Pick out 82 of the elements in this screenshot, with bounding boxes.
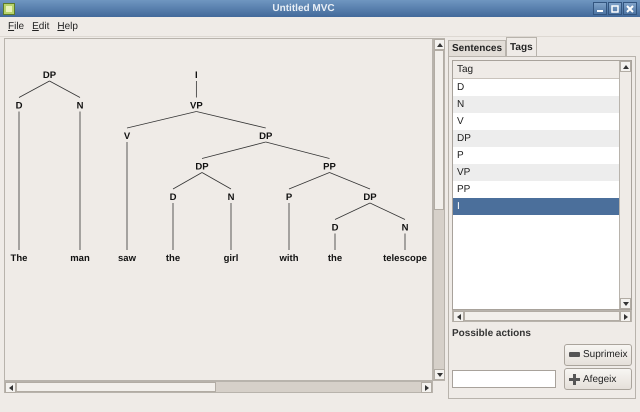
scroll-down-button[interactable] (434, 369, 445, 380)
tag-input-field[interactable] (452, 370, 556, 388)
menu-item[interactable]: File (4, 19, 28, 34)
node-label: N (76, 100, 84, 112)
tree-branch (288, 172, 330, 190)
word-label: The (10, 253, 28, 264)
scrollbar-thumb[interactable] (16, 382, 216, 392)
node-label: DP (259, 131, 272, 142)
scroll-right-button[interactable] (620, 311, 631, 322)
tree-branch (196, 111, 266, 128)
up-arrow-icon (622, 64, 628, 68)
scroll-down-button[interactable] (620, 298, 631, 309)
section-title: Possible actions (452, 327, 532, 341)
tree-branch (202, 142, 266, 159)
scroll-up-button[interactable] (620, 61, 631, 72)
tree-branch (265, 142, 330, 159)
add-button[interactable]: Afegeix (564, 368, 632, 390)
word-label: the (166, 253, 180, 264)
left-arrow-icon (8, 384, 12, 390)
node-label: I (195, 70, 198, 81)
minus-icon (569, 352, 580, 357)
right-arrow-icon (424, 384, 428, 390)
node-label: P (286, 192, 292, 203)
tree-branch (329, 172, 370, 190)
down-arrow-icon (622, 302, 628, 306)
app-icon (3, 2, 15, 14)
tag-row[interactable]: I (453, 198, 619, 215)
node-label: D (16, 100, 22, 112)
tree-branch (49, 80, 80, 98)
tab[interactable]: Sentences (448, 40, 506, 56)
menu-item[interactable]: Edit (28, 19, 54, 34)
node-label: D (170, 192, 176, 203)
left-arrow-icon (456, 314, 460, 320)
tab[interactable]: Tags (506, 37, 537, 56)
tag-row[interactable]: PP (453, 181, 619, 198)
right-arrow-icon (624, 314, 628, 320)
maximize-button[interactable] (608, 2, 622, 15)
word-label: girl (224, 253, 238, 264)
tag-row[interactable]: P (453, 147, 619, 164)
tag-row[interactable]: D (453, 79, 619, 96)
tag-row[interactable]: N (453, 96, 619, 113)
tag-row[interactable]: DP (453, 130, 619, 147)
scrollbar-thumb[interactable] (434, 50, 444, 210)
tree-branch (172, 172, 202, 190)
node-label: V (124, 131, 130, 142)
tree-branch (370, 202, 406, 220)
maximize-icon (611, 4, 619, 12)
column-header[interactable]: Tag (453, 61, 619, 79)
plus-icon (569, 374, 580, 384)
window-title: Untitled MVC (271, 2, 336, 16)
scroll-left-button[interactable] (5, 382, 16, 393)
word-label: with (280, 253, 298, 264)
node-label: D (332, 222, 338, 234)
word-label: the (328, 253, 342, 264)
close-icon (626, 4, 634, 12)
node-label: DP (195, 162, 209, 172)
down-arrow-icon (436, 372, 442, 376)
word-label: telescope (383, 253, 427, 264)
node-label: N (228, 192, 234, 203)
tree-branch (334, 202, 370, 220)
remove-button[interactable]: Suprimeix (564, 344, 632, 366)
node-label: PP (323, 162, 336, 172)
minimize-button[interactable] (593, 2, 607, 15)
tree-branch (202, 172, 232, 190)
word-label: man (70, 253, 90, 264)
node-label: DP (363, 192, 377, 203)
scroll-up-button[interactable] (434, 39, 445, 50)
tag-row[interactable]: V (453, 113, 619, 130)
up-arrow-icon (436, 42, 442, 46)
scrollbar-thumb[interactable] (464, 311, 620, 321)
tree-branch (126, 111, 197, 128)
scroll-left-button[interactable] (453, 311, 464, 322)
minimize-icon (597, 10, 603, 12)
node-label: N (402, 222, 408, 234)
menu-item[interactable]: Help (53, 19, 82, 34)
node-label: DP (42, 70, 56, 81)
close-button[interactable] (623, 2, 637, 15)
word-label: saw (118, 253, 136, 264)
tree-branch (18, 80, 50, 98)
tag-row[interactable]: VP (453, 164, 619, 181)
node-label: VP (190, 100, 203, 112)
scroll-right-button[interactable] (421, 382, 432, 393)
